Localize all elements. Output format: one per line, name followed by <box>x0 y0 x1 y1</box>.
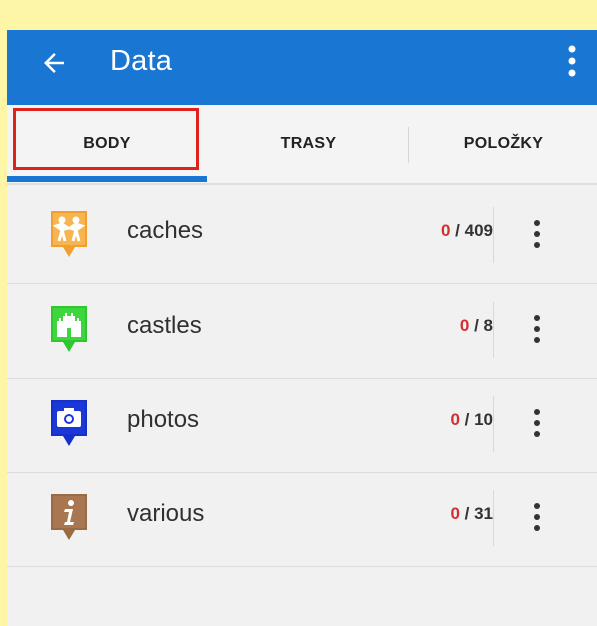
total-count: / 31 <box>459 504 493 523</box>
back-arrow-icon[interactable] <box>39 48 69 78</box>
item-name: caches <box>127 217 204 244</box>
selected-count: 0 <box>450 410 460 429</box>
list-item-various[interactable]: various 0 / 31 <box>7 472 597 567</box>
caches-icon <box>51 211 87 257</box>
row-separator <box>493 490 494 546</box>
highlight-box <box>13 108 199 170</box>
total-count: / 10 <box>459 410 493 429</box>
tab-trasy[interactable]: TRASY <box>207 105 410 183</box>
total-count: / 8 <box>469 316 493 335</box>
row-separator <box>493 396 494 452</box>
phone-screen: Data BODY TRASY POLOŽKY caches 0 / 409 c… <box>7 0 597 626</box>
list-item-photos[interactable]: photos 0 / 10 <box>7 378 597 473</box>
selected-count: 0 <box>450 504 460 523</box>
item-count: 0 / 31 <box>450 504 493 524</box>
app-bar: Data <box>7 0 597 105</box>
tab-polozky[interactable]: POLOŽKY <box>410 105 597 183</box>
tab-indicator <box>7 176 207 182</box>
item-count: 0 / 10 <box>450 410 493 430</box>
row-separator <box>493 207 494 263</box>
camera-icon <box>51 400 87 446</box>
total-count: / 409 <box>450 221 493 240</box>
item-menu-icon[interactable] <box>522 404 552 444</box>
list-item-castles[interactable]: castles 0 / 8 <box>7 284 597 379</box>
item-menu-icon[interactable] <box>522 310 552 350</box>
item-menu-icon[interactable] <box>522 498 552 538</box>
info-icon <box>51 494 87 540</box>
list-item-caches[interactable]: caches 0 / 409 <box>7 189 597 284</box>
row-separator <box>493 302 494 358</box>
overflow-menu-icon[interactable] <box>565 44 579 78</box>
castle-icon <box>51 306 87 352</box>
item-name: various <box>127 500 205 527</box>
item-count: 0 / 8 <box>460 316 493 336</box>
item-menu-icon[interactable] <box>522 215 552 255</box>
selected-count: 0 <box>459 316 470 335</box>
item-count: 0 / 409 <box>441 221 493 241</box>
page-title: Data <box>110 45 173 77</box>
status-bar <box>7 0 597 30</box>
item-name: photos <box>127 406 200 433</box>
tab-divider <box>408 127 409 163</box>
item-name: castles <box>127 312 202 339</box>
